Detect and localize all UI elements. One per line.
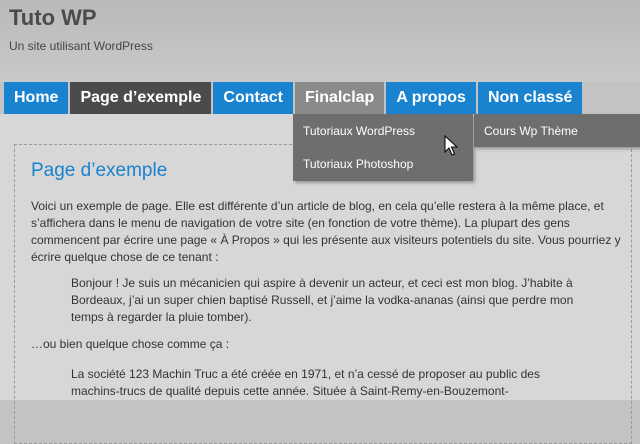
intro-paragraph: Voici un exemple de page. Elle est diffé…	[31, 199, 621, 264]
site-header: Tuto WP Un site utilisant WordPress	[0, 0, 640, 82]
non-classe-dropdown: Cours Wp Thème	[474, 114, 640, 147]
nav-item-home[interactable]: Home	[4, 82, 69, 114]
nav-item-finalclap[interactable]: Finalclap	[294, 82, 385, 114]
nav-item-contact[interactable]: Contact	[213, 82, 293, 114]
site-tagline: Un site utilisant WordPress	[9, 39, 153, 53]
submenu-item-tutoriaux-photoshop[interactable]: Tutoriaux Photoshop	[303, 154, 413, 174]
quote-example-1: Bonjour ! Je suis un mécanicien qui aspi…	[71, 276, 574, 324]
submenu-item-tutoriaux-wordpress[interactable]: Tutoriaux WordPress	[303, 121, 415, 141]
site-title[interactable]: Tuto WP	[9, 4, 97, 32]
quote-example-2: La société 123 Machin Truc a été créée e…	[71, 367, 540, 398]
page-title: Page d’exemple	[31, 160, 168, 181]
submenu-item-cours-wp-theme[interactable]: Cours Wp Thème	[484, 121, 578, 141]
mouse-cursor-icon	[444, 135, 458, 156]
main-navigation: Home Page d’exemple Contact Finalclap A …	[4, 82, 584, 114]
nav-item-non-classe[interactable]: Non classé	[477, 82, 583, 114]
nav-item-a-propos[interactable]: A propos	[386, 82, 476, 114]
transition-paragraph: …ou bien quelque chose comme ça :	[31, 337, 230, 351]
nav-item-page-exemple[interactable]: Page d’exemple	[70, 82, 212, 114]
